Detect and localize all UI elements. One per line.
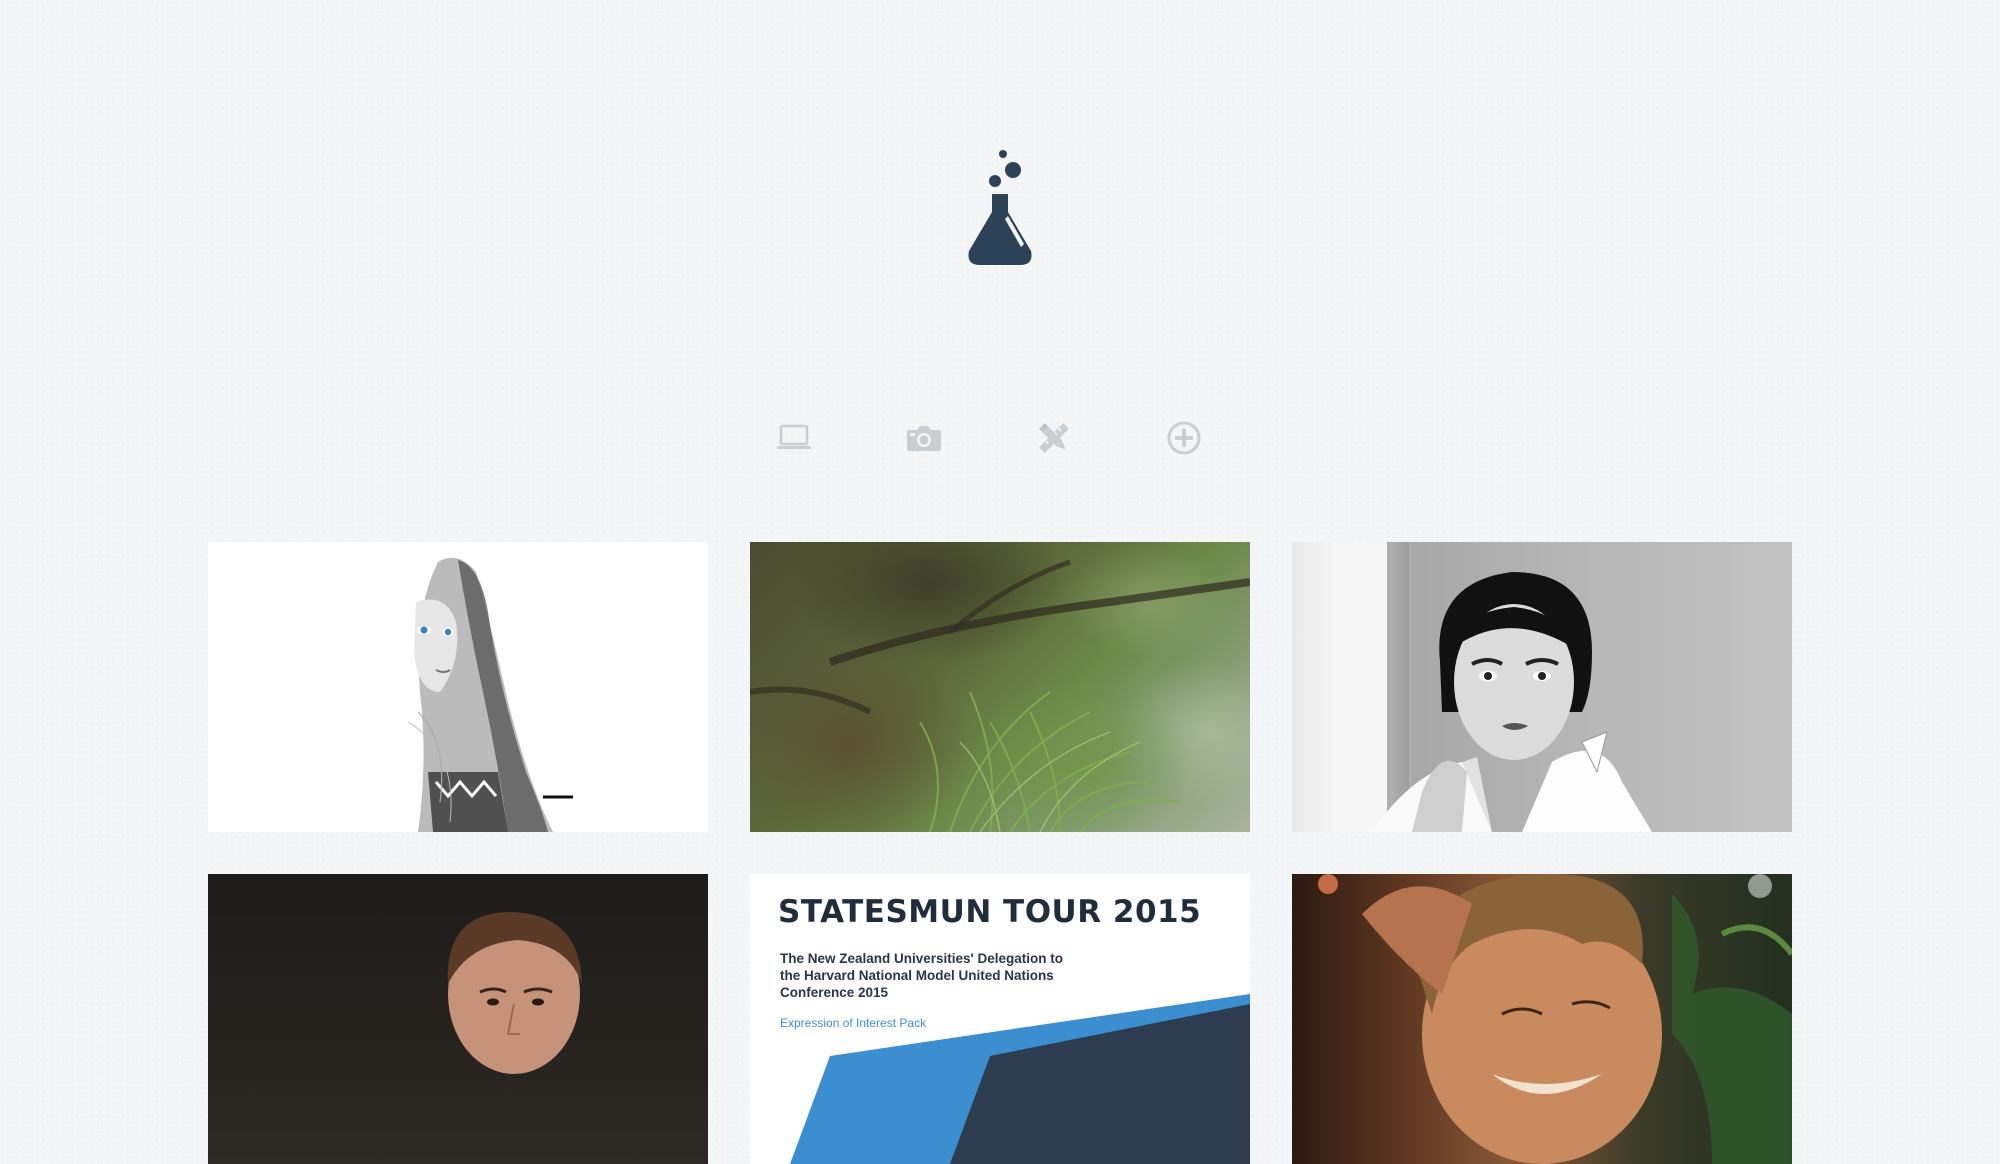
- portrait-photo: [407, 557, 573, 832]
- forest-photo: [750, 559, 1250, 832]
- portfolio-filter-nav: [770, 414, 1230, 462]
- camera-icon: [906, 423, 942, 453]
- portfolio-tile-4[interactable]: [208, 874, 708, 1164]
- portrait-photo: [1318, 874, 1792, 1164]
- plus-circle-icon: [1166, 420, 1202, 456]
- portrait-photo: [1332, 542, 1652, 832]
- laptop-icon: [776, 423, 812, 453]
- portfolio-tile-3[interactable]: [1292, 542, 1792, 832]
- portfolio-tile-2[interactable]: [750, 542, 1250, 832]
- filter-more-button[interactable]: [1160, 414, 1208, 462]
- portfolio-tile-6[interactable]: [1292, 874, 1792, 1164]
- filter-design-button[interactable]: [1030, 414, 1078, 462]
- portfolio-tile-1[interactable]: [208, 542, 708, 832]
- document-cover-graphic: [790, 994, 1250, 1164]
- filter-web-button[interactable]: [770, 414, 818, 462]
- portfolio-tile-5[interactable]: STATESMUN TOUR 2015 The New Zealand Univ…: [750, 874, 1250, 1164]
- flask-logo-icon[interactable]: [962, 148, 1038, 266]
- portrait-photo: [447, 912, 582, 1074]
- pencil-ruler-icon: [1035, 419, 1073, 457]
- filter-photography-button[interactable]: [900, 414, 948, 462]
